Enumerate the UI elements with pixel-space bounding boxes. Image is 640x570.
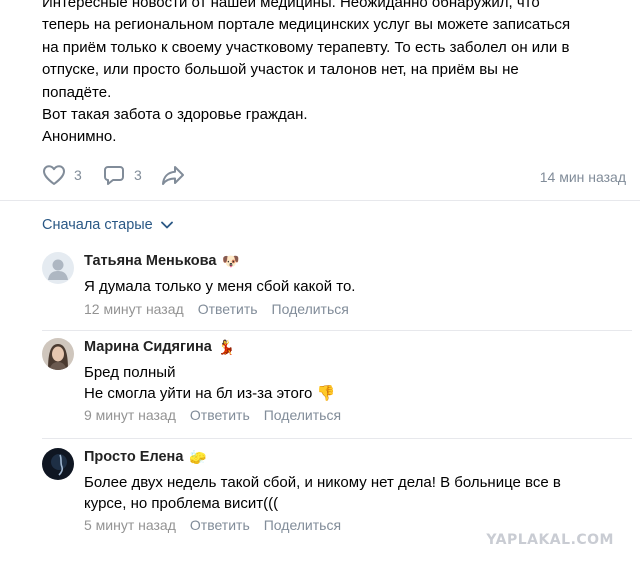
status-emoji: 🧽 <box>189 449 207 465</box>
comment-button[interactable]: 3 <box>102 164 142 186</box>
comment-text: Более двух недель такой сбой, и никому н… <box>84 473 629 514</box>
comment-author[interactable]: Татьяна Менькова 🐶 <box>84 252 629 270</box>
post-text-line: отпуске, или просто большой участок и та… <box>42 61 519 79</box>
author-name: Просто Елена <box>84 449 184 465</box>
comment-text-line: Более двух недель такой сбой, и никому н… <box>84 474 561 491</box>
comment-text: Я думала только у меня сбой какой то. <box>84 277 629 298</box>
chevron-down-icon <box>153 217 173 233</box>
comment-timestamp[interactable]: 12 минут назад <box>84 301 184 317</box>
avatar[interactable] <box>42 252 74 284</box>
comment-text-line: Бред полный <box>84 364 176 381</box>
divider <box>0 200 640 201</box>
comment-count: 3 <box>134 167 142 183</box>
sort-dropdown[interactable]: Сначала старые <box>42 217 173 233</box>
reply-link[interactable]: Ответить <box>190 517 250 533</box>
comment-author[interactable]: Просто Елена 🧽 <box>84 448 629 466</box>
post-actions: 3 3 14 мин назад <box>42 164 626 192</box>
post-body: Интересные новости от нашей медицины. Не… <box>42 0 632 149</box>
post-text-line: Интересные новости от нашей медицины. Не… <box>42 0 540 11</box>
comment-body: Марина Сидягина 💃 Бред полный Не смогла … <box>84 338 629 423</box>
post-text-line: Вот такая забота о здоровье граждан. <box>42 106 308 124</box>
like-count: 3 <box>74 167 82 183</box>
watermark: YAPLAKAL.COM <box>486 532 614 548</box>
avatar[interactable] <box>42 448 74 480</box>
post-text-line: на приём только к своему участковому тер… <box>42 38 570 56</box>
reply-link[interactable]: Ответить <box>198 301 258 317</box>
post-text-line: теперь на региональном портале медицинск… <box>42 16 571 34</box>
comment-timestamp[interactable]: 5 минут назад <box>84 517 176 533</box>
like-button[interactable]: 3 <box>42 164 82 186</box>
comment-text-line: Не смогла уйти на бл из-за этого 👎 <box>84 384 336 402</box>
comment-body: Татьяна Менькова 🐶 Я думала только у мен… <box>84 252 629 317</box>
share-link[interactable]: Поделиться <box>272 301 349 317</box>
sort-label: Сначала старые <box>42 217 153 233</box>
comment-text-line: Я думала только у меня сбой какой то. <box>84 278 356 295</box>
comment-meta: 9 минут назад Ответить Поделиться <box>84 407 629 423</box>
comment-timestamp[interactable]: 9 минут назад <box>84 407 176 423</box>
post-timestamp: 14 мин назад <box>539 169 626 185</box>
avatar[interactable] <box>42 338 74 370</box>
post-text-line: Анонимно. <box>42 128 117 146</box>
comment-author[interactable]: Марина Сидягина 💃 <box>84 338 629 356</box>
heart-icon <box>42 164 66 186</box>
comment-text: Бред полный Не смогла уйти на бл из-за э… <box>84 363 629 404</box>
comment-body: Просто Елена 🧽 Более двух недель такой с… <box>84 448 629 533</box>
author-name: Марина Сидягина <box>84 339 212 355</box>
status-emoji: 🐶 <box>222 253 240 269</box>
comment-separator <box>42 438 632 439</box>
comment-icon <box>102 164 126 186</box>
comment-meta: 5 минут назад Ответить Поделиться <box>84 517 629 533</box>
comment-text-line: курсе, но проблема висит((( <box>84 494 279 512</box>
reply-link[interactable]: Ответить <box>190 407 250 423</box>
share-link[interactable]: Поделиться <box>264 517 341 533</box>
comment-separator <box>42 330 632 331</box>
author-name: Татьяна Менькова <box>84 253 217 269</box>
comment-meta: 12 минут назад Ответить Поделиться <box>84 301 629 317</box>
share-link[interactable]: Поделиться <box>264 407 341 423</box>
status-emoji: 💃 <box>217 339 236 355</box>
share-icon <box>160 164 186 186</box>
share-button[interactable] <box>160 164 186 186</box>
post-text-line: попадёте. <box>42 83 112 101</box>
